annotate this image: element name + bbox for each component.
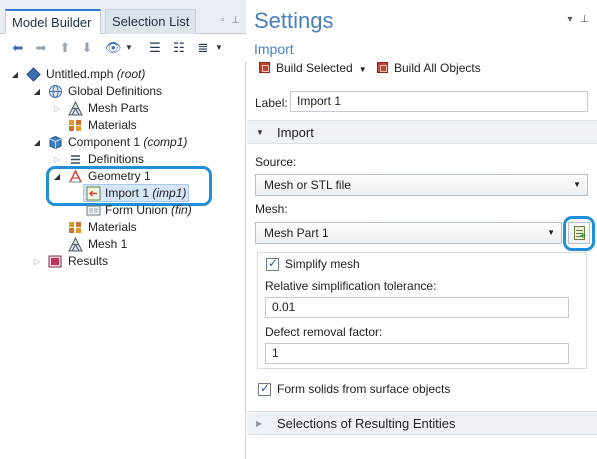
node-type-title: Import (254, 41, 294, 57)
dropdown-icon[interactable]: ▾ (567, 14, 572, 25)
relative-tolerance-input[interactable]: 0.01 (265, 297, 569, 318)
import-label: Import 1 (105, 186, 150, 200)
form-solids-checkbox[interactable] (258, 381, 271, 396)
build-selected-button[interactable]: Build Selected ▼ (259, 61, 367, 75)
geometry-label: Geometry 1 (88, 169, 151, 183)
chevron-down-icon[interactable]: ▼ (359, 65, 367, 74)
mesh-field-label: Mesh: (255, 202, 288, 216)
plus-icon: + (580, 231, 586, 242)
component-materials-label: Materials (88, 220, 137, 234)
results-label: Results (68, 254, 109, 268)
import-icon (86, 186, 101, 201)
collapse-arrow-icon[interactable]: ◢ (10, 66, 20, 83)
section-import[interactable]: ▼ Import (247, 120, 597, 144)
collapse-all-icon[interactable]: ☰ (147, 40, 163, 56)
collapse-arrow-icon[interactable]: ▼ (256, 128, 264, 137)
model-builder-panel: Model Builder Selection List ▫ ⊥ ⬅ ➡ ⬆ ⬇… (0, 0, 246, 459)
materials-icon (69, 222, 81, 233)
model-file-icon (26, 67, 41, 82)
source-select-value: Mesh or STL file (264, 178, 351, 192)
tab-model-builder[interactable]: Model Builder (5, 9, 101, 34)
build-all-icon (377, 62, 388, 73)
expand-arrow-icon[interactable]: ▷ (52, 100, 62, 117)
mesh-label: Mesh 1 (88, 237, 128, 251)
global-materials-label: Materials (88, 118, 137, 132)
build-selected-label: Build Selected (276, 61, 353, 75)
root-tag: (root) (116, 67, 146, 81)
form-union-icon (86, 205, 101, 216)
materials-icon (69, 120, 81, 131)
expand-all-icon[interactable]: ☷ (171, 40, 187, 56)
move-down-icon[interactable]: ⬇ (79, 40, 95, 56)
label-input[interactable]: Import 1 (290, 91, 588, 112)
build-all-label: Build All Objects (394, 61, 481, 75)
minimize-icon[interactable]: ▫ (221, 15, 225, 26)
label-field-label: Label: (255, 96, 288, 110)
build-icon (259, 62, 270, 73)
settings-header: Settings ▾ ⊥ (247, 0, 597, 40)
import-tag: (imp1) (152, 186, 187, 200)
mesh-select-value: Mesh Part 1 (264, 226, 329, 240)
source-select[interactable]: Mesh or STL file ▼ (255, 174, 588, 196)
expand-arrow-icon[interactable]: ▷ (52, 151, 62, 168)
defect-removal-input[interactable]: 1 (265, 343, 569, 364)
left-panel-controls: ▫ ⊥ (217, 15, 240, 26)
mesh-parts-icon (68, 101, 83, 116)
geometry-icon (69, 169, 82, 183)
definitions-label: Definitions (88, 152, 145, 166)
component-label: Component 1 (68, 135, 141, 149)
tab-selection-list[interactable]: Selection List (105, 9, 197, 34)
go-to-source-button[interactable]: + (568, 222, 590, 244)
chevron-down-icon: ▼ (573, 180, 581, 189)
mesh-parts-label: Mesh Parts (88, 101, 149, 115)
globe-icon (49, 85, 62, 98)
collapse-arrow-icon[interactable]: ◢ (32, 83, 42, 100)
mesh-icon (68, 237, 83, 252)
form-solids-label: Form solids from surface objects (277, 382, 451, 396)
defect-removal-label: Defect removal factor: (265, 325, 383, 339)
back-arrow-icon[interactable]: ⬅ (10, 40, 26, 56)
settings-panel-controls: ▾ ⊥ (562, 14, 589, 25)
root-label: Untitled.mph (46, 67, 114, 81)
settings-panel: Settings ▾ ⊥ Import Build Selected ▼ Buil… (247, 0, 597, 459)
simplify-mesh-label: Simplify mesh (285, 257, 360, 271)
component-tag: (comp1) (143, 135, 188, 149)
pin-icon[interactable]: ⊥ (231, 15, 240, 26)
form-union-label: Form Union (105, 203, 168, 217)
view-options-icon[interactable]: ≣ (195, 40, 211, 56)
collapse-arrow-icon[interactable]: ◢ (52, 168, 62, 185)
forward-arrow-icon[interactable]: ➡ (33, 40, 49, 56)
build-all-button[interactable]: Build All Objects (377, 61, 481, 75)
show-dropdown-icon[interactable]: ▼ (125, 40, 133, 56)
definitions-icon (71, 155, 80, 164)
expand-arrow-icon[interactable]: ▶ (256, 419, 262, 428)
form-union-tag: (fin) (171, 203, 192, 217)
section-selections-title: Selections of Resulting Entities (277, 416, 456, 431)
results-icon (48, 255, 62, 268)
source-label: Source: (255, 155, 297, 169)
settings-title: Settings (254, 8, 334, 33)
chevron-down-icon: ▼ (547, 228, 555, 237)
collapse-arrow-icon[interactable]: ◢ (32, 134, 42, 151)
section-selections[interactable]: ▶ Selections of Resulting Entities (247, 411, 597, 435)
relative-tolerance-label: Relative simplification tolerance: (265, 279, 437, 293)
mesh-select[interactable]: Mesh Part 1 ▼ (255, 222, 562, 244)
model-builder-toolbar: ⬅ ➡ ⬆ ⬇ 👁 ▼ ☰ ☷ ≣ ▼ (0, 35, 246, 61)
left-tab-bar: Model Builder Selection List ▫ ⊥ (0, 0, 246, 34)
expand-arrow-icon[interactable]: ▷ (32, 253, 42, 270)
view-options-dropdown-icon[interactable]: ▼ (215, 40, 223, 56)
pin-icon[interactable]: ⊥ (580, 14, 589, 25)
show-icon[interactable]: 👁 (105, 40, 122, 56)
simplify-mesh-group: Simplify mesh Relative simplification to… (257, 252, 587, 369)
section-import-title: Import (277, 125, 314, 140)
move-up-icon[interactable]: ⬆ (57, 40, 73, 56)
global-definitions-label: Global Definitions (68, 84, 163, 98)
component-icon (49, 135, 62, 150)
simplify-mesh-checkbox[interactable] (266, 256, 279, 271)
